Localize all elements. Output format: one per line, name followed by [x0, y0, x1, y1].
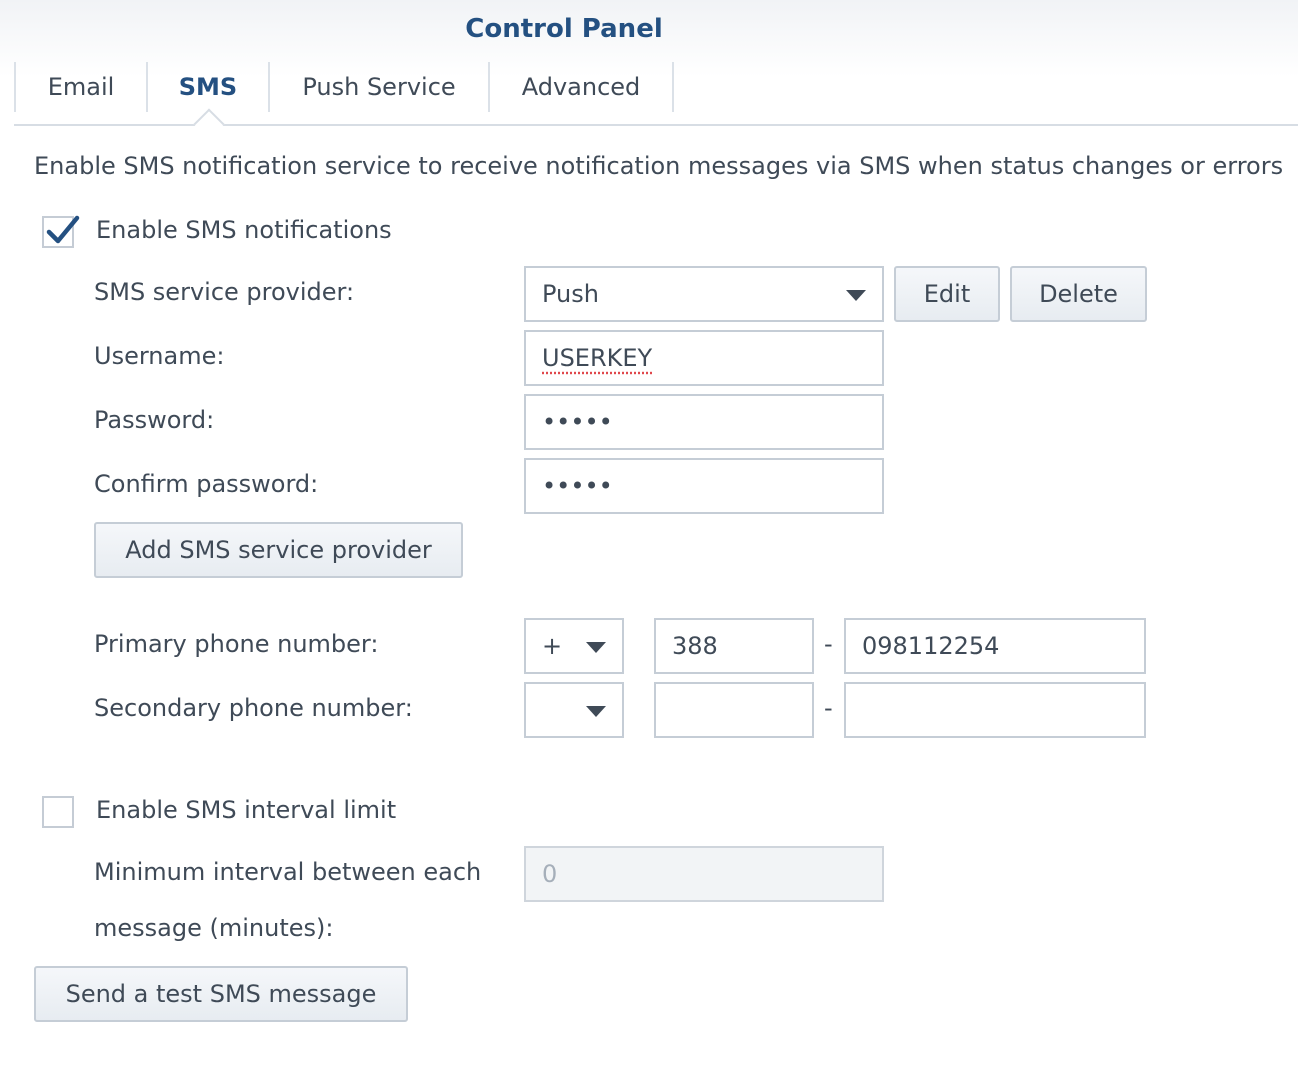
tab-push-service[interactable]: Push Service — [268, 62, 488, 112]
primary-number-input[interactable]: 098112254 — [844, 618, 1146, 674]
sms-description: Enable SMS notification service to recei… — [34, 152, 1284, 180]
provider-select[interactable]: Push — [524, 266, 884, 322]
password-label: Password: — [94, 406, 215, 434]
chevron-down-icon — [586, 642, 606, 653]
primary-number-value: 098112254 — [862, 632, 1000, 660]
window-title: Control Panel — [465, 14, 663, 44]
secondary-phone-separator: - — [824, 694, 833, 722]
secondary-number-input[interactable] — [844, 682, 1146, 738]
checkmark-icon — [46, 215, 80, 244]
password-value: ••••• — [542, 408, 613, 436]
confirm-password-value: ••••• — [542, 472, 613, 500]
tab-sms[interactable]: SMS — [146, 62, 268, 112]
primary-phone-separator: - — [824, 630, 833, 658]
username-value: USERKEY — [542, 344, 653, 372]
password-input[interactable]: ••••• — [524, 394, 884, 450]
add-provider-button[interactable]: Add SMS service provider — [94, 522, 463, 578]
primary-area-code-input[interactable]: 388 — [654, 618, 814, 674]
confirm-password-input[interactable]: ••••• — [524, 458, 884, 514]
primary-phone-label: Primary phone number: — [94, 630, 379, 658]
tab-email[interactable]: Email — [14, 62, 146, 112]
send-test-sms-button[interactable]: Send a test SMS message — [34, 966, 408, 1022]
min-interval-value: 0 — [542, 860, 558, 888]
username-input[interactable]: USERKEY — [524, 330, 884, 386]
min-interval-label-line2: message (minutes): — [94, 914, 334, 942]
chevron-down-icon — [586, 706, 606, 717]
secondary-area-code-input[interactable] — [654, 682, 814, 738]
interval-limit-checkbox[interactable] — [42, 796, 74, 828]
delete-provider-button[interactable]: Delete — [1010, 266, 1147, 322]
min-interval-label-line1: Minimum interval between each — [94, 858, 482, 886]
primary-country-code-value: + — [542, 632, 563, 660]
primary-country-code-select[interactable]: + — [524, 618, 624, 674]
enable-sms-checkbox[interactable] — [42, 215, 80, 248]
username-label: Username: — [94, 342, 225, 370]
confirm-password-label: Confirm password: — [94, 470, 319, 498]
interval-limit-label: Enable SMS interval limit — [96, 796, 397, 824]
tab-advanced[interactable]: Advanced — [488, 62, 674, 112]
provider-value: Push — [542, 280, 599, 308]
primary-area-code-value: 388 — [672, 632, 718, 660]
secondary-phone-label: Secondary phone number: — [94, 694, 413, 722]
secondary-country-code-select[interactable] — [524, 682, 624, 738]
provider-label: SMS service provider: — [94, 278, 355, 306]
chevron-down-icon — [846, 290, 866, 301]
edit-provider-button[interactable]: Edit — [894, 266, 1000, 322]
min-interval-input: 0 — [524, 846, 884, 902]
enable-sms-label: Enable SMS notifications — [96, 216, 392, 244]
